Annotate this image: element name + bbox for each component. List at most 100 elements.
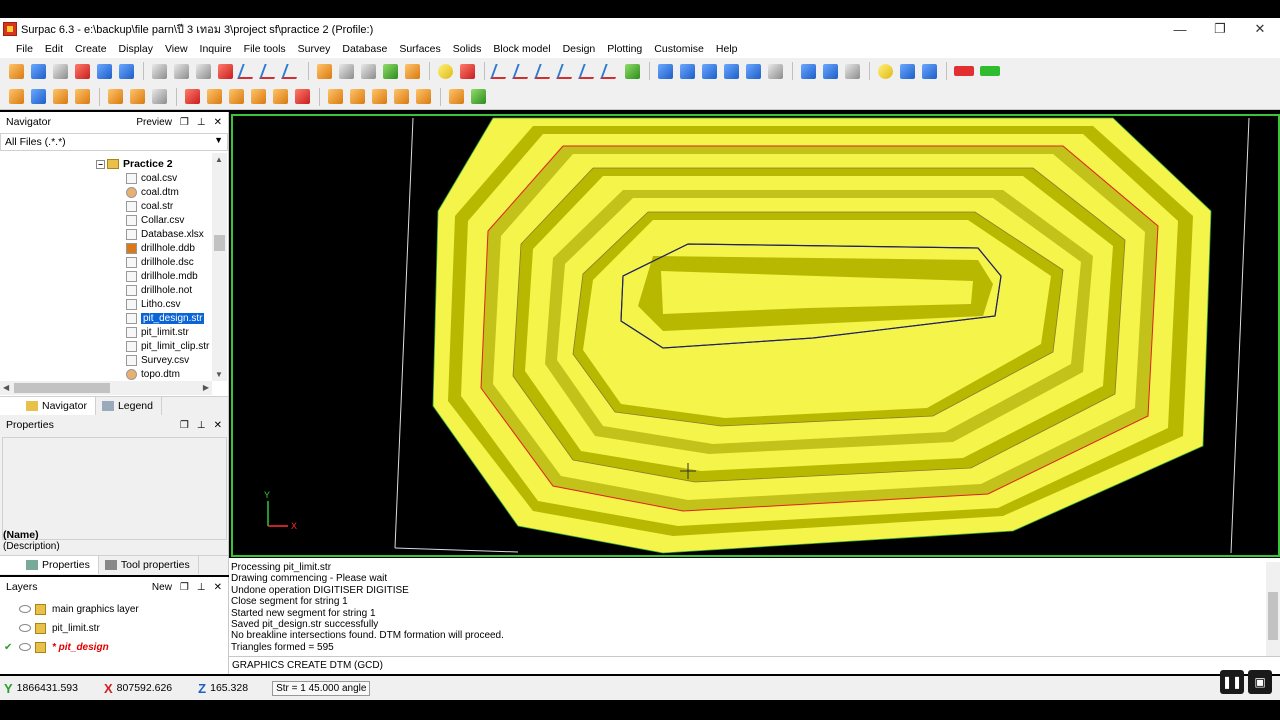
preview-toggle[interactable]: Preview [136,117,172,128]
file-filter-select[interactable]: All Files (.*.*) ▼ [0,133,228,151]
menu-solids[interactable]: Solids [447,43,488,55]
layer-row[interactable]: main graphics layer [0,600,228,618]
move-button[interactable] [380,61,400,81]
play-macro-button[interactable] [978,61,1002,81]
design-tool-2[interactable] [204,87,224,107]
menu-help[interactable]: Help [710,43,744,55]
select-box-button[interactable] [358,61,378,81]
shading-button[interactable] [897,61,917,81]
tree-file-item[interactable]: Litho.csv [126,297,180,311]
tab-legend[interactable]: Legend [96,397,162,415]
tree-root-practice-2[interactable]: − Practice 2 [96,157,173,171]
pause-icon[interactable]: ❚❚ [1220,670,1244,694]
tree-file-item[interactable]: coal.csv [126,171,177,185]
dtm-button-3[interactable] [699,61,719,81]
stop-recording-button[interactable] [952,61,976,81]
segment-button-5[interactable] [577,61,599,81]
check-icon[interactable]: ✔ [4,642,15,653]
undo-button[interactable] [94,61,114,81]
close-icon[interactable]: ✕ [214,582,222,593]
menu-display[interactable]: Display [113,43,159,55]
tab-tool-properties[interactable]: Tool properties [99,556,199,574]
eye-icon[interactable] [19,643,31,651]
segment-button-4[interactable] [555,61,577,81]
tree-file-item[interactable]: drillhole.not [126,283,192,297]
design-tool-8[interactable] [347,87,367,107]
pin-icon[interactable]: ⊥ [197,582,206,593]
zoom-window-button[interactable] [193,61,213,81]
string-tool-1[interactable] [50,87,70,107]
pan-button[interactable] [314,61,334,81]
tree-file-item[interactable]: topo.dtm [126,367,180,381]
menu-design[interactable]: Design [557,43,602,55]
picture-in-picture-icon[interactable]: ▣ [1248,670,1272,694]
menu-survey[interactable]: Survey [292,43,337,55]
tree-file-item[interactable]: Database.xlsx [126,227,204,241]
design-tool-11[interactable] [413,87,433,107]
ruler-button[interactable] [446,87,466,107]
segment-button-7[interactable] [622,61,642,81]
lock-icon[interactable] [35,622,46,634]
digitise-button[interactable] [457,61,477,81]
close-icon[interactable]: ✕ [214,420,222,431]
menu-view[interactable]: View [159,43,194,55]
menu-inquire[interactable]: Inquire [194,43,238,55]
tree-vertical-scrollbar[interactable]: ▲ ▼ [212,153,227,381]
graphics-viewport[interactable]: Y X [231,114,1280,557]
menu-edit[interactable]: Edit [39,43,69,55]
print-button[interactable] [50,61,70,81]
console-scrollbar[interactable] [1266,562,1280,656]
redo-button[interactable] [116,61,136,81]
block-tool-3[interactable] [149,87,169,107]
layer-checkbox[interactable] [4,604,15,615]
dtm-button-2[interactable] [677,61,697,81]
tree-file-item[interactable]: coal.dtm [126,185,179,199]
restore-button[interactable]: ❐ [1200,18,1240,40]
zoom-in-button[interactable] [149,61,169,81]
minimize-button[interactable]: — [1160,18,1200,40]
tree-file-item[interactable]: drillhole.dsc [126,255,194,269]
dtm-button-4[interactable] [721,61,741,81]
save-button[interactable] [28,61,48,81]
string-tool-2[interactable] [72,87,92,107]
lighting-button[interactable] [875,61,895,81]
lock-icon[interactable] [35,603,46,615]
pin-icon[interactable]: ⊥ [197,420,206,431]
design-tool-6[interactable] [292,87,312,107]
menu-create[interactable]: Create [69,43,113,55]
layer-row[interactable]: pit_limit.str [0,619,228,637]
wireframe-button[interactable] [919,61,939,81]
design-tool-5[interactable] [270,87,290,107]
segment-button-3[interactable] [533,61,555,81]
menu-customise[interactable]: Customise [648,43,710,55]
network-button[interactable] [820,61,840,81]
report-button[interactable] [28,87,48,107]
scroll-thumb[interactable] [214,235,225,251]
menu-file-tools[interactable]: File tools [238,43,292,55]
tree-file-item-selected[interactable]: pit_design.str [126,311,205,325]
lock-icon[interactable] [35,641,46,653]
image-button[interactable] [402,61,422,81]
zoom-out-button[interactable] [171,61,191,81]
scroll-thumb[interactable] [1268,592,1278,640]
tab-navigator[interactable]: Navigator [0,397,96,415]
tree-file-item[interactable]: drillhole.ddb [126,241,195,255]
menu-surfaces[interactable]: Surfaces [393,43,446,55]
design-tool-10[interactable] [391,87,411,107]
open-file-button[interactable] [6,61,26,81]
block-tool-2[interactable] [127,87,147,107]
tree-file-item[interactable]: pit_limit.str [126,325,189,339]
tree-file-item[interactable]: Collar.csv [126,213,184,227]
layer-row-active[interactable]: ✔ * pit_design [0,638,228,656]
inspect-button[interactable] [765,61,785,81]
design-tool-9[interactable] [369,87,389,107]
scroll-up-icon[interactable]: ▲ [215,155,223,164]
tree-file-item[interactable]: coal.str [126,199,173,213]
layer-checkbox[interactable] [4,623,15,634]
close-button[interactable]: ✕ [1240,18,1280,40]
tree-file-item[interactable]: drillhole.mdb [126,269,198,283]
close-icon[interactable]: ✕ [214,117,222,128]
inquire-point-button[interactable] [6,87,26,107]
design-tool-3[interactable] [226,87,246,107]
tree-file-item[interactable]: Survey.csv [126,353,189,367]
